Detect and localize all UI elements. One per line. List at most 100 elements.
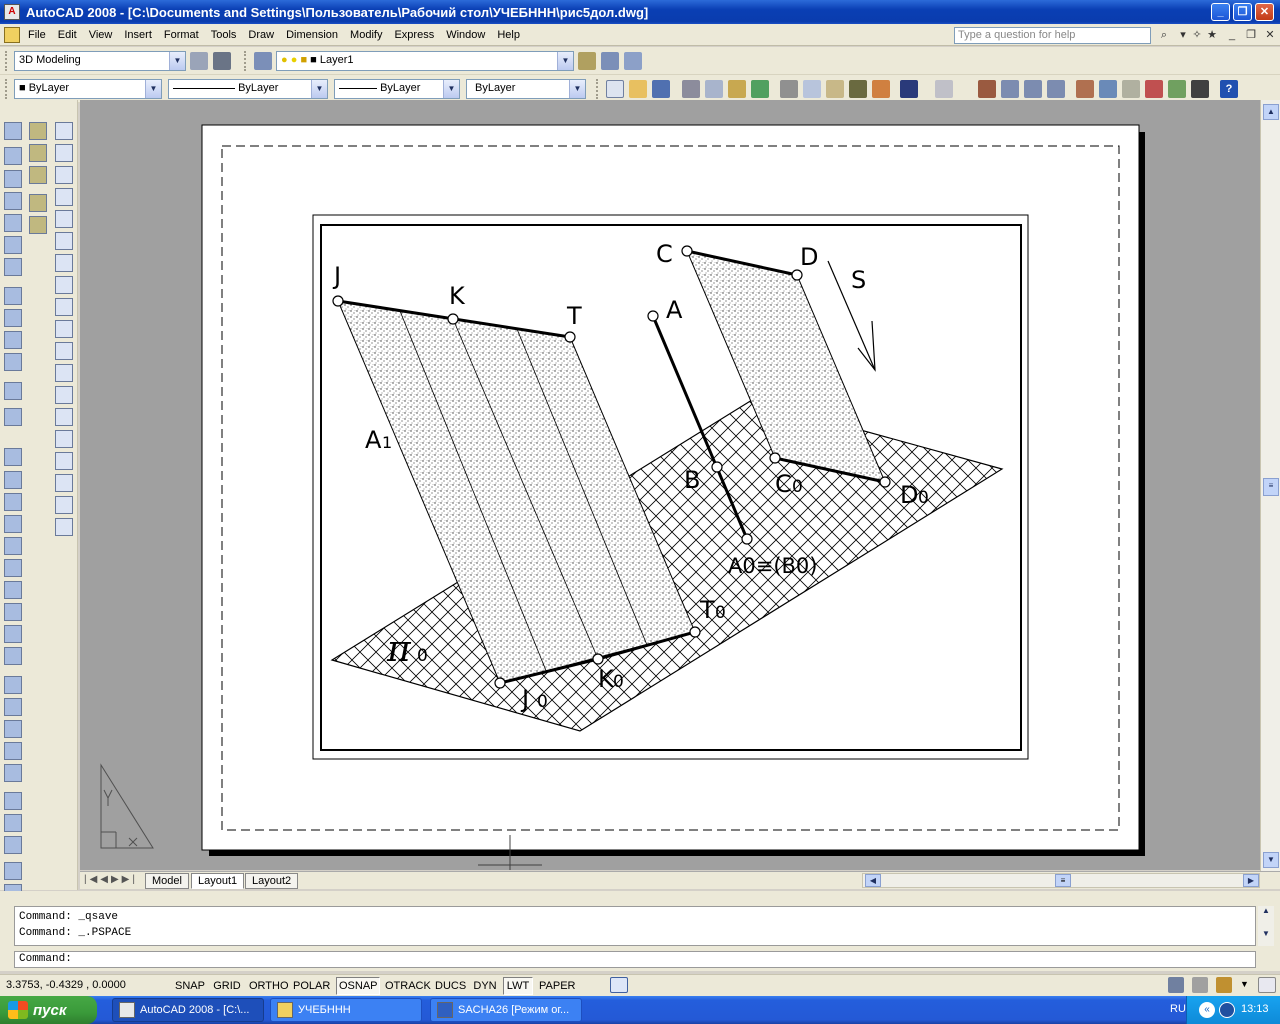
pyramid-icon[interactable]	[4, 603, 22, 621]
tool-palettes-icon[interactable]	[1122, 80, 1140, 98]
vertical-scrollbar[interactable]: ▲ ≡ ▼	[1260, 100, 1280, 872]
planar-surface-icon[interactable]	[4, 647, 22, 665]
make-current-layer-icon[interactable]	[578, 52, 596, 70]
table-icon[interactable]	[55, 496, 73, 514]
menu-edit[interactable]: Edit	[52, 29, 83, 41]
chevron-down-icon[interactable]: ▼	[169, 52, 185, 70]
tab-model[interactable]: Model	[145, 873, 189, 889]
distance-icon[interactable]	[29, 122, 47, 140]
chevron-down-icon[interactable]: ▼	[1240, 979, 1249, 989]
view-cube-icon[interactable]	[4, 122, 22, 140]
revolve-icon[interactable]	[4, 214, 22, 232]
ucs-origin-icon[interactable]	[4, 720, 22, 738]
mtext-icon[interactable]	[55, 518, 73, 536]
sweep-icon[interactable]	[4, 236, 22, 254]
scroll-up-button[interactable]: ▲	[1258, 906, 1274, 915]
coordinate-readout[interactable]: 3.3753, -0.4329 , 0.0000	[6, 979, 126, 991]
extrude-icon[interactable]	[4, 192, 22, 210]
camera-icon[interactable]	[4, 382, 22, 400]
layer-states-icon[interactable]	[624, 52, 642, 70]
help-icon[interactable]: ?	[1220, 80, 1238, 98]
communication-center-icon[interactable]: ✧	[1189, 27, 1205, 43]
drawing-canvas[interactable]: J K T C D A S A 1 B C 0 D 0 A0≡(B0) T 0 …	[80, 100, 1260, 870]
scroll-up-button[interactable]: ▲	[1263, 104, 1279, 120]
copy-icon[interactable]	[803, 80, 821, 98]
construction-line-icon[interactable]	[55, 144, 73, 162]
properties-icon[interactable]	[1076, 80, 1094, 98]
box-icon[interactable]	[4, 147, 22, 165]
menu-draw[interactable]: Draw	[242, 29, 280, 41]
sphere-icon[interactable]	[4, 537, 22, 555]
toolbar-grip[interactable]	[244, 51, 247, 71]
insert-block-icon[interactable]	[55, 364, 73, 382]
light-icon[interactable]	[4, 836, 22, 854]
scroll-right-button[interactable]: ▶	[1243, 874, 1259, 887]
new-icon[interactable]	[606, 80, 624, 98]
status-otrack[interactable]: OTRACK	[382, 977, 431, 995]
layer-properties-icon[interactable]	[254, 52, 272, 70]
layer-walk-icon[interactable]	[29, 166, 47, 184]
menu-insert[interactable]: Insert	[118, 29, 158, 41]
favorites-icon[interactable]: ★	[1204, 27, 1220, 43]
doc-minimize-button[interactable]: _	[1224, 27, 1240, 43]
start-button[interactable]: пуск	[0, 996, 97, 1024]
search-icon[interactable]: ⌕	[1156, 27, 1172, 43]
markup-icon[interactable]	[1168, 80, 1186, 98]
status-lwt[interactable]: LWT	[503, 977, 533, 995]
communication-center-icon[interactable]	[1168, 977, 1184, 993]
lineweight-select[interactable]: ByLayer ▼	[334, 79, 460, 99]
menu-view[interactable]: View	[83, 29, 119, 41]
zoom-previous-icon[interactable]	[1047, 80, 1065, 98]
scroll-left-button[interactable]: ◀	[865, 874, 881, 887]
customize-icon[interactable]	[213, 52, 231, 70]
chevron-down-icon[interactable]: ▼	[569, 80, 585, 98]
slice-icon[interactable]	[4, 353, 22, 371]
status-paper[interactable]: PAPER	[536, 977, 578, 995]
cut-icon[interactable]	[780, 80, 798, 98]
pan-icon[interactable]	[978, 80, 996, 98]
menu-file[interactable]: File	[22, 29, 52, 41]
status-osnap[interactable]: OSNAP	[336, 977, 380, 995]
autocad-app-icon[interactable]: A	[4, 4, 20, 20]
annotation-scale-icon[interactable]	[1192, 977, 1208, 993]
layer-select[interactable]: ● ● ■ ■ Layer1 ▼	[276, 51, 574, 71]
navigate-icon[interactable]	[4, 862, 22, 880]
status-ortho[interactable]: ORTHO	[246, 977, 289, 995]
design-center-icon[interactable]	[1099, 80, 1117, 98]
status-polar[interactable]: POLAR	[290, 977, 332, 995]
horizontal-scrollbar[interactable]: ◀ ≡ ▶	[862, 873, 1260, 888]
scroll-down-button[interactable]: ▼	[1258, 929, 1274, 938]
toolbar-grip[interactable]	[5, 51, 8, 71]
status-snap[interactable]: SNAP	[172, 977, 208, 995]
redo-icon[interactable]	[935, 80, 953, 98]
arc-icon[interactable]	[55, 232, 73, 250]
menu-help[interactable]: Help	[491, 29, 526, 41]
subtract-icon[interactable]	[4, 309, 22, 327]
plot-icon[interactable]	[682, 80, 700, 98]
save-icon[interactable]	[652, 80, 670, 98]
lightbulb-icon[interactable]: ●	[281, 54, 288, 66]
maximize-button[interactable]: ❐	[1233, 3, 1252, 21]
make-block-icon[interactable]	[55, 386, 73, 404]
command-input[interactable]: Command:	[14, 951, 1256, 968]
menu-express[interactable]: Express	[388, 29, 440, 41]
attach-icon[interactable]	[29, 216, 47, 234]
wedge-icon[interactable]	[4, 170, 22, 188]
visual-style-icon[interactable]	[4, 448, 22, 466]
autodesk-tray-icon[interactable]	[1219, 1002, 1235, 1018]
doc-close-button[interactable]: ✕	[1262, 27, 1278, 43]
ucs-world-icon[interactable]	[4, 698, 22, 716]
layer-icon[interactable]	[29, 144, 47, 162]
menu-format[interactable]: Format	[158, 29, 205, 41]
status-ducs[interactable]: DUCS	[432, 977, 468, 995]
sheet-set-icon[interactable]	[1145, 80, 1163, 98]
undo-icon[interactable]	[900, 80, 918, 98]
xref-icon[interactable]	[29, 194, 47, 212]
toolbar-grip[interactable]	[596, 79, 599, 99]
material-icon[interactable]	[4, 814, 22, 832]
scroll-down-button[interactable]: ▼	[1263, 852, 1279, 868]
status-dyn[interactable]: DYN	[470, 977, 500, 995]
clean-screen-icon[interactable]	[1258, 977, 1276, 993]
3d-dwf-icon[interactable]	[751, 80, 769, 98]
drawing-viewport[interactable]: J K T C D A S A 1 B C 0 D 0 A0≡(B0) T 0 …	[80, 100, 1260, 870]
